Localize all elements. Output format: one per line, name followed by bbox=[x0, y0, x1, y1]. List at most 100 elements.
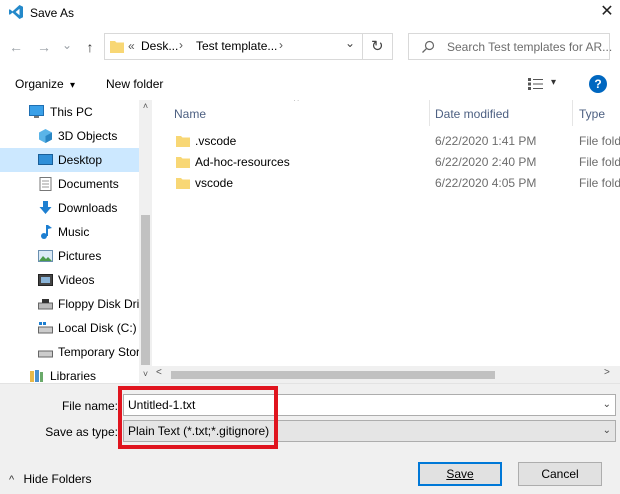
forward-icon[interactable]: → bbox=[34, 37, 54, 57]
nav-item-this-pc[interactable]: This PC bbox=[0, 100, 139, 124]
nav-item-3d-objects[interactable]: 3D Objects bbox=[0, 124, 139, 148]
vscode-app-icon bbox=[9, 5, 23, 19]
save-as-type-label: Save as type: bbox=[45, 425, 118, 439]
nav-item-temporary-storage[interactable]: Temporary Stor bbox=[0, 340, 139, 364]
column-divider[interactable] bbox=[572, 100, 573, 126]
title-bar bbox=[0, 0, 620, 26]
libraries-icon bbox=[30, 370, 43, 382]
nav-item-label: Pictures bbox=[58, 249, 102, 263]
breadcrumb-separator[interactable]: › bbox=[279, 38, 283, 52]
folder-icon bbox=[176, 157, 190, 168]
column-header-type[interactable]: Type bbox=[579, 107, 605, 121]
file-row[interactable]: Ad-hoc-resources 6/22/2020 2:40 PM File … bbox=[152, 152, 620, 173]
local-disk-icon bbox=[38, 322, 53, 334]
scroll-right-icon[interactable]: > bbox=[604, 367, 610, 378]
column-header-name[interactable]: Name bbox=[174, 107, 206, 121]
nav-item-label: 3D Objects bbox=[58, 129, 118, 143]
view-options-icon[interactable] bbox=[528, 78, 544, 90]
search-input[interactable]: Search Test templates for AR... bbox=[408, 33, 613, 60]
music-icon bbox=[41, 225, 52, 239]
file-date: 6/22/2020 1:41 PM bbox=[435, 134, 537, 148]
address-dropdown-icon[interactable]: ⌄ bbox=[345, 36, 355, 50]
organize-dropdown-icon: ▾ bbox=[70, 80, 76, 91]
navigation-pane: This PC 3D Objects Desktop Documents Dow… bbox=[0, 100, 152, 383]
nav-item-label: Downloads bbox=[58, 201, 118, 215]
command-bar bbox=[0, 68, 620, 100]
highlight-box bbox=[118, 386, 278, 449]
chevron-up-icon: ^ bbox=[9, 474, 15, 486]
nav-item-videos[interactable]: Videos bbox=[0, 268, 139, 292]
file-list-scroll-thumb[interactable] bbox=[171, 371, 495, 379]
scroll-left-icon[interactable]: < bbox=[156, 367, 162, 378]
recent-locations-icon[interactable]: ⌄ bbox=[60, 35, 74, 55]
nav-item-libraries[interactable]: Libraries bbox=[0, 364, 139, 383]
hide-folders-button[interactable]: ^ Hide Folders bbox=[9, 472, 92, 486]
refresh-icon[interactable]: ↻ bbox=[371, 37, 384, 55]
folder-icon bbox=[176, 178, 190, 189]
file-date: 6/22/2020 2:40 PM bbox=[435, 155, 537, 169]
back-icon[interactable]: ← bbox=[6, 37, 26, 57]
breadcrumb-item-desktop[interactable]: Desk... bbox=[141, 39, 178, 53]
nav-item-pictures[interactable]: Pictures bbox=[0, 244, 139, 268]
close-icon[interactable]: ✕ bbox=[596, 2, 618, 22]
file-name: Ad-hoc-resources bbox=[195, 155, 290, 169]
pictures-icon bbox=[38, 250, 53, 262]
nav-item-label: This PC bbox=[50, 105, 93, 119]
folder-icon bbox=[176, 136, 190, 147]
desktop-icon bbox=[38, 154, 53, 165]
nav-pane-scroll-thumb[interactable] bbox=[141, 215, 150, 365]
save-label: Save bbox=[446, 467, 474, 481]
nav-item-label: Temporary Stor bbox=[58, 345, 139, 359]
nav-item-downloads[interactable]: Downloads bbox=[0, 196, 139, 220]
file-list: ^ Name Date modified Type .vscode 6/22/2… bbox=[152, 100, 620, 383]
breadcrumb-item-test-templates[interactable]: Test template... bbox=[196, 39, 277, 53]
drive-icon bbox=[38, 350, 53, 358]
help-icon[interactable]: ? bbox=[589, 75, 607, 93]
file-name-label: File name: bbox=[61, 399, 118, 413]
chevron-down-icon[interactable]: ⌄ bbox=[603, 421, 611, 441]
documents-icon bbox=[39, 177, 52, 191]
folder-icon bbox=[110, 41, 124, 53]
chevron-down-icon[interactable]: ⌄ bbox=[603, 395, 611, 415]
nav-item-desktop[interactable]: Desktop bbox=[0, 148, 139, 172]
floppy-drive-icon bbox=[38, 299, 53, 310]
up-icon[interactable]: ↑ bbox=[80, 37, 100, 57]
view-dropdown-icon[interactable]: ▾ bbox=[551, 77, 556, 88]
file-type: File folder bbox=[579, 134, 620, 148]
nav-item-music[interactable]: Music bbox=[0, 220, 139, 244]
file-row[interactable]: vscode 6/22/2020 4:05 PM File folder bbox=[152, 173, 620, 194]
file-row[interactable]: .vscode 6/22/2020 1:41 PM File folder bbox=[152, 131, 620, 152]
nav-item-local-disk[interactable]: Local Disk (C:) bbox=[0, 316, 139, 340]
cancel-button[interactable]: Cancel bbox=[518, 462, 602, 486]
nav-item-label: Documents bbox=[58, 177, 119, 191]
column-header-date-modified[interactable]: Date modified bbox=[435, 107, 509, 121]
nav-item-label: Libraries bbox=[50, 369, 97, 383]
scroll-down-icon[interactable]: ˅ bbox=[141, 369, 150, 379]
cube-icon bbox=[39, 129, 52, 143]
scroll-up-icon[interactable]: ˄ bbox=[141, 101, 150, 111]
organize-button[interactable]: Organize ▾ bbox=[15, 77, 75, 91]
hide-folders-label: Hide Folders bbox=[23, 472, 92, 486]
nav-item-label: Desktop bbox=[58, 153, 103, 167]
new-folder-button[interactable]: New folder bbox=[106, 77, 163, 91]
nav-item-floppy-disk[interactable]: Floppy Disk Dri bbox=[0, 292, 139, 316]
file-name: .vscode bbox=[195, 134, 237, 148]
breadcrumb-overflow[interactable]: « bbox=[128, 39, 135, 53]
file-name: vscode bbox=[195, 176, 234, 190]
computer-icon bbox=[29, 105, 44, 118]
file-type: File folder bbox=[579, 176, 620, 190]
nav-item-label: Videos bbox=[58, 273, 95, 287]
search-placeholder: Search Test templates for AR... bbox=[447, 40, 613, 54]
nav-item-documents[interactable]: Documents bbox=[0, 172, 139, 196]
download-icon bbox=[39, 201, 52, 214]
divider bbox=[362, 34, 363, 59]
file-date: 6/22/2020 4:05 PM bbox=[435, 176, 537, 190]
organize-label: Organize bbox=[15, 77, 64, 91]
nav-item-label: Floppy Disk Dri bbox=[58, 297, 139, 311]
window-title: Save As bbox=[30, 6, 75, 20]
save-button[interactable]: Save bbox=[418, 462, 502, 486]
nav-item-label: Local Disk (C:) bbox=[58, 321, 137, 335]
column-divider[interactable] bbox=[429, 100, 430, 126]
address-bar[interactable]: « Desk... › Test template... › ⌄ ↻ bbox=[104, 33, 393, 60]
breadcrumb-separator[interactable]: › bbox=[179, 38, 183, 52]
